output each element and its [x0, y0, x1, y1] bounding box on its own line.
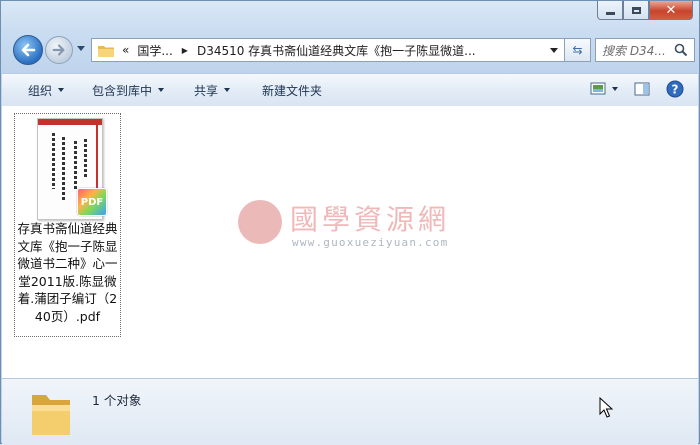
breadcrumb-overflow[interactable]: « — [122, 43, 129, 57]
details-pane: 1 个对象 — [2, 378, 698, 445]
file-list[interactable]: PDF 存真书斋仙道经典文库《抱一子陈显微道书二种》心一堂2011版.陈显微着.… — [2, 106, 698, 378]
folder-icon — [32, 395, 70, 435]
help-icon[interactable]: ? — [666, 80, 684, 98]
new-folder-button[interactable]: 新建文件夹 — [252, 78, 332, 102]
mouse-cursor-icon — [599, 397, 613, 418]
explorer-window: ✕ « 国学... ▶ D34510 存真书斋仙道经典文库《抱一子陈显微道...… — [0, 0, 700, 445]
organize-label: 组织 — [28, 83, 53, 98]
include-in-library-menu[interactable]: 包含到库中 — [82, 78, 174, 102]
minimize-button[interactable] — [597, 1, 623, 20]
breadcrumb: « 国学... ▶ D34510 存真书斋仙道经典文库《抱一子陈显微道... — [122, 42, 476, 59]
share-menu[interactable]: 共享 — [184, 78, 240, 102]
arrow-right-icon — [52, 44, 65, 56]
forward-button[interactable] — [45, 36, 73, 64]
pdf-file-icon: PDF — [77, 188, 107, 216]
file-item[interactable]: PDF 存真书斋仙道经典文库《抱一子陈显微道书二种》心一堂2011版.陈显微着.… — [14, 113, 121, 337]
new-folder-label: 新建文件夹 — [262, 83, 323, 98]
file-name[interactable]: 存真书斋仙道经典文库《抱一子陈显微道书二种》心一堂2011版.陈显微着.蒲团子编… — [15, 220, 120, 325]
refresh-button[interactable]: ⇆ — [565, 38, 591, 62]
change-view-button[interactable] — [590, 82, 618, 96]
svg-text:?: ? — [672, 83, 679, 97]
include-in-library-label: 包含到库中 — [92, 83, 153, 98]
maximize-button[interactable] — [623, 1, 649, 20]
watermark: 國學資源網 www.guoxueziyuan.com — [238, 198, 498, 254]
breadcrumb-separator-icon[interactable]: ▶ — [182, 46, 188, 55]
chevron-down-icon — [158, 88, 165, 92]
chevron-down-icon — [224, 88, 231, 92]
address-dropdown-icon[interactable] — [550, 48, 558, 53]
folder-icon — [98, 44, 114, 57]
close-button[interactable]: ✕ — [649, 1, 693, 20]
watermark-logo-icon — [238, 200, 282, 244]
chevron-down-icon — [58, 88, 65, 92]
chevron-down-icon[interactable] — [612, 87, 618, 91]
back-button[interactable] — [13, 35, 43, 65]
navigation-bar: « 国学... ▶ D34510 存真书斋仙道经典文库《抱一子陈显微道... ⇆ — [9, 35, 695, 65]
arrow-left-icon — [21, 43, 36, 57]
maximize-icon — [631, 6, 641, 14]
view-icon — [590, 82, 606, 95]
organize-menu[interactable]: 组织 — [18, 78, 74, 102]
recent-pages-dropdown[interactable] — [77, 46, 85, 51]
close-icon: ✕ — [665, 2, 677, 18]
command-bar: 组织 包含到库中 共享 新建文件夹 ? — [2, 73, 698, 107]
search-input[interactable] — [600, 40, 676, 62]
watermark-url: www.guoxueziyuan.com — [292, 236, 449, 249]
address-bar[interactable]: « 国学... ▶ D34510 存真书斋仙道经典文库《抱一子陈显微道... — [91, 38, 565, 62]
refresh-icon: ⇆ — [572, 43, 583, 57]
item-count: 1 个对象 — [92, 393, 142, 408]
window-controls: ✕ — [597, 1, 693, 20]
view-controls: ? — [590, 80, 684, 98]
preview-pane-icon[interactable] — [634, 82, 650, 96]
breadcrumb-parent[interactable]: 国学... — [137, 42, 172, 59]
minimize-icon — [605, 11, 615, 15]
share-label: 共享 — [194, 83, 219, 98]
watermark-title: 國學資源網 — [290, 203, 451, 236]
search-icon[interactable] — [674, 43, 688, 57]
search-box[interactable] — [595, 38, 695, 62]
breadcrumb-current[interactable]: D34510 存真书斋仙道经典文库《抱一子陈显微道... — [197, 42, 476, 59]
